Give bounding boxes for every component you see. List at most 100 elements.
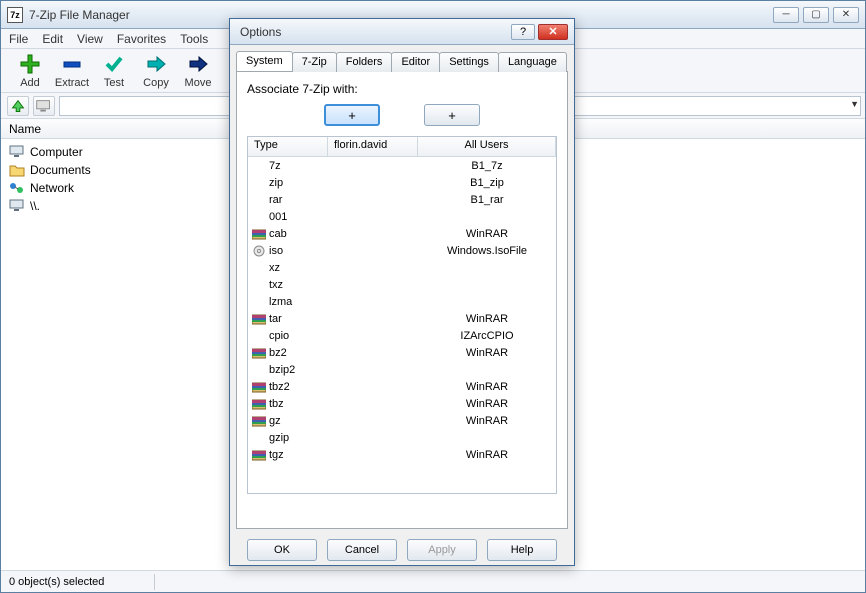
menu-favorites[interactable]: Favorites (117, 32, 166, 46)
type-label: txz (269, 279, 283, 291)
check-icon (103, 53, 125, 75)
type-label: 001 (269, 211, 287, 223)
archive-icon (252, 228, 266, 240)
computer-icon-button[interactable] (33, 96, 55, 116)
archive-icon (252, 398, 266, 410)
table-row[interactable]: 001 (248, 208, 556, 225)
allusers-cell: B1_7z (418, 160, 556, 172)
table-row[interactable]: bz2WinRAR (248, 344, 556, 361)
type-label: gzip (269, 432, 289, 444)
toolbar-add[interactable]: Add (9, 53, 51, 89)
menu-edit[interactable]: Edit (42, 32, 63, 46)
table-row[interactable]: tar WinRAR (248, 310, 556, 327)
plus-all-users-button[interactable]: + (424, 104, 480, 126)
table-row[interactable]: cpioIZArcCPIO (248, 327, 556, 344)
toolbar-move[interactable]: Move (177, 53, 219, 89)
type-label: lzma (269, 296, 292, 308)
table-row[interactable]: iso Windows.IsoFile (248, 242, 556, 259)
apply-button[interactable]: Apply (407, 539, 477, 561)
tab-editor[interactable]: Editor (391, 52, 440, 72)
archive-icon (252, 381, 266, 393)
allusers-cell: WinRAR (418, 228, 556, 240)
dialog-help-button[interactable]: ? (511, 24, 535, 40)
allusers-cell: WinRAR (418, 415, 556, 427)
type-label: 7z (269, 160, 281, 172)
cancel-button[interactable]: Cancel (327, 539, 397, 561)
toolbar-test[interactable]: Test (93, 53, 135, 89)
disc-icon (252, 245, 266, 257)
app-icon: 7z (7, 7, 23, 23)
allusers-cell: WinRAR (418, 449, 556, 461)
table-row[interactable]: lzma (248, 293, 556, 310)
computer-small-icon (9, 199, 25, 213)
archive-icon (252, 449, 266, 461)
type-label: gz (269, 415, 281, 427)
allusers-cell: Windows.IsoFile (418, 245, 556, 257)
tab-settings[interactable]: Settings (439, 52, 499, 72)
help-button[interactable]: Help (487, 539, 557, 561)
options-dialog: Options ? ✕ System 7-Zip Folders Editor … (229, 18, 575, 566)
allusers-cell: B1_rar (418, 194, 556, 206)
table-row[interactable]: cab WinRAR (248, 225, 556, 242)
archive-icon (252, 415, 266, 427)
tab-system[interactable]: System (236, 51, 293, 71)
tab-language[interactable]: Language (498, 52, 567, 72)
type-label: xz (269, 262, 280, 274)
col-type[interactable]: Type (248, 137, 328, 156)
tab-7zip[interactable]: 7-Zip (292, 52, 337, 72)
table-row[interactable]: xz (248, 259, 556, 276)
table-row[interactable]: rar B1_rar (248, 191, 556, 208)
ok-button[interactable]: OK (247, 539, 317, 561)
dialog-title: Options (240, 25, 511, 39)
col-user[interactable]: florin.david (328, 137, 418, 156)
status-text: 0 object(s) selected (9, 576, 104, 588)
tabstrip: System 7-Zip Folders Editor Settings Lan… (230, 45, 574, 71)
plus-current-user-button[interactable]: + (324, 104, 380, 126)
tab-folders[interactable]: Folders (336, 52, 393, 72)
dialog-titlebar[interactable]: Options ? ✕ (230, 19, 574, 45)
close-button[interactable]: ✕ (833, 7, 859, 23)
table-row[interactable]: gzip (248, 429, 556, 446)
menu-file[interactable]: File (9, 32, 28, 46)
allusers-cell: WinRAR (418, 398, 556, 410)
dropdown-icon[interactable]: ▼ (850, 99, 859, 109)
association-table: Type florin.david All Users 7zB1_7zzipB1… (247, 136, 557, 494)
network-icon (9, 181, 25, 195)
minimize-button[interactable]: ─ (773, 7, 799, 23)
type-label: rar (269, 194, 282, 206)
dialog-buttons: OK Cancel Apply Help (230, 529, 574, 571)
table-row[interactable]: tbz2WinRAR (248, 378, 556, 395)
table-row[interactable]: txz (248, 276, 556, 293)
toolbar-copy[interactable]: Copy (135, 53, 177, 89)
table-row[interactable]: gz WinRAR (248, 412, 556, 429)
toolbar-extract[interactable]: Extract (51, 53, 93, 89)
statusbar: 0 object(s) selected (1, 570, 865, 592)
type-label: tar (269, 313, 282, 325)
up-button[interactable] (7, 96, 29, 116)
type-label: iso (269, 245, 283, 257)
type-label: cab (269, 228, 287, 240)
maximize-button[interactable]: ▢ (803, 7, 829, 23)
menu-view[interactable]: View (77, 32, 103, 46)
table-row[interactable]: zipB1_zip (248, 174, 556, 191)
allusers-cell: WinRAR (418, 381, 556, 393)
archive-icon (252, 313, 266, 325)
table-row[interactable]: tbzWinRAR (248, 395, 556, 412)
type-label: cpio (269, 330, 289, 342)
minus-icon (61, 53, 83, 75)
table-row[interactable]: 7z B1_7z (248, 157, 556, 174)
folder-icon (9, 163, 25, 177)
table-row[interactable]: bzip2 (248, 361, 556, 378)
menu-tools[interactable]: Tools (180, 32, 208, 46)
arrow-right-icon (145, 53, 167, 75)
archive-icon (252, 347, 266, 359)
assoc-table-body[interactable]: 7z B1_7z zipB1_ziprar B1_rar 001 cab WinRAR iso… (248, 157, 556, 494)
type-label: bzip2 (269, 364, 295, 376)
computer-icon (9, 145, 25, 159)
table-row[interactable]: tgzWinRAR (248, 446, 556, 463)
allusers-cell: WinRAR (418, 313, 556, 325)
col-all[interactable]: All Users (418, 137, 556, 156)
type-label: zip (269, 177, 283, 189)
dialog-close-button[interactable]: ✕ (538, 24, 568, 40)
tabpanel-system: Associate 7-Zip with: + + Type florin.da… (236, 71, 568, 529)
